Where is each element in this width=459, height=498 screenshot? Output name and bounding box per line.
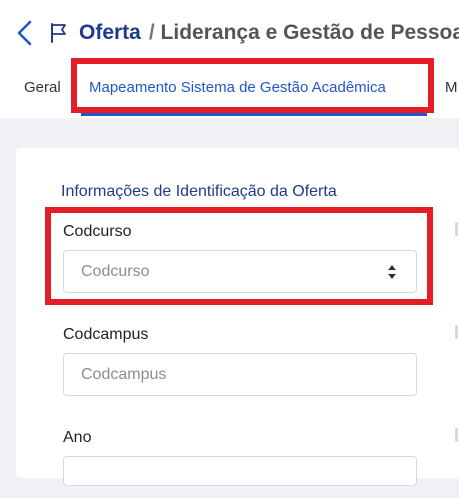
top-bar: Oferta / Liderança e Gestão de Pessoas Ge… [0, 0, 459, 118]
flag-icon[interactable] [50, 23, 68, 43]
adjacent-field-edge [455, 325, 458, 339]
codcurso-label: Codcurso [63, 223, 132, 240]
codcampus-label: Codcampus [63, 326, 149, 343]
adjacent-field-edge [455, 222, 458, 236]
ano-field[interactable] [63, 456, 417, 498]
codcampus-input[interactable] [64, 354, 381, 395]
page-title-subtitle: Liderança e Gestão de Pessoas [160, 21, 459, 44]
codcampus-field[interactable] [63, 353, 417, 396]
adjacent-field-edge [455, 428, 458, 442]
tab-partial-next[interactable]: M [445, 78, 458, 98]
title-separator: / [148, 21, 155, 44]
codcurso-input[interactable] [64, 251, 381, 292]
tab-mapeamento-sistema-gestao-academica[interactable]: Mapeamento Sistema de Gestão Acadêmica [89, 78, 386, 98]
tab-geral[interactable]: Geral [24, 78, 61, 98]
number-spinner-icon[interactable] [385, 262, 399, 282]
ano-input[interactable] [64, 457, 381, 498]
page-title: Oferta / Liderança e Gestão de Pessoas [79, 20, 459, 46]
active-tab-indicator [81, 113, 427, 116]
page-title-main: Oferta [79, 21, 141, 44]
ano-label: Ano [63, 429, 92, 446]
back-chevron-icon[interactable] [14, 20, 36, 46]
codcurso-field[interactable] [63, 250, 417, 293]
section-title: Informações de Identificação da Oferta [61, 183, 337, 200]
